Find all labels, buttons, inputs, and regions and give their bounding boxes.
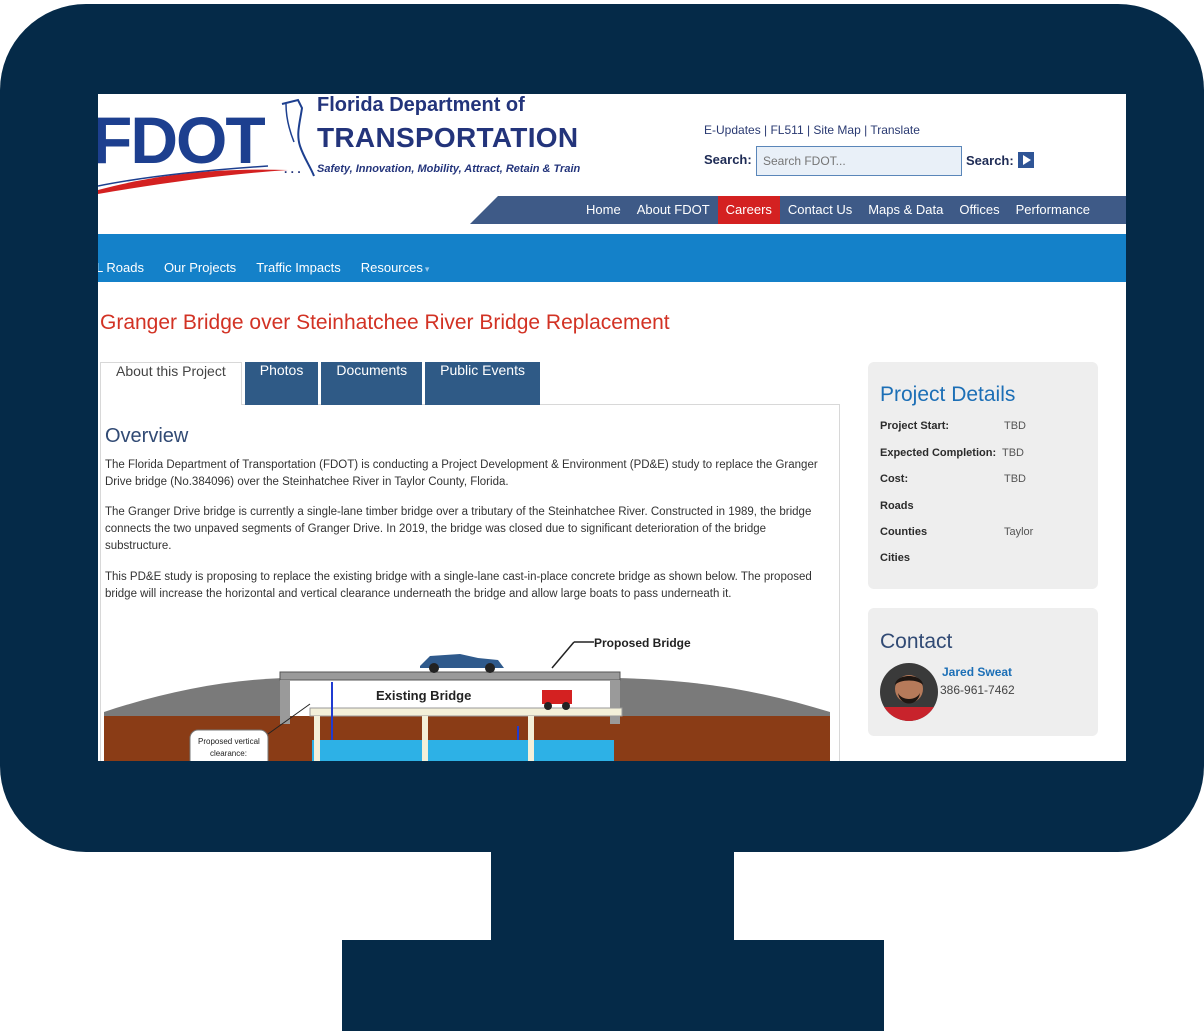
- topnav-careers[interactable]: Careers: [717, 196, 780, 224]
- logo-transportation-line: TRANSPORTATION: [317, 122, 579, 153]
- topnav-maps-data[interactable]: Maps & Data: [860, 196, 951, 224]
- detail-value: TBD: [1004, 473, 1026, 485]
- tab-documents[interactable]: Documents: [321, 362, 423, 405]
- search-button[interactable]: Search:: [966, 152, 1034, 168]
- subnav-our-projects[interactable]: Our Projects: [164, 260, 236, 275]
- secondary-navigation: L Roads Our Projects Traffic Impacts Res…: [98, 234, 1126, 282]
- diagram-embankment-right: [616, 678, 830, 716]
- tab-public-events[interactable]: Public Events: [425, 362, 540, 405]
- avatar: [880, 663, 938, 721]
- car-icon: [420, 654, 504, 673]
- overview-paragraph: The Granger Drive bridge is currently a …: [105, 506, 812, 552]
- detail-value: Taylor: [1004, 526, 1034, 538]
- clearance-callout-line2: clearance:: [210, 749, 247, 758]
- detail-value: TBD: [1002, 447, 1024, 459]
- diagram-proposed-deck: [279, 671, 621, 681]
- logo-dept-line: Florida Department of: [317, 94, 525, 116]
- topnav-offices[interactable]: Offices: [951, 196, 1007, 224]
- tab-about-this-project[interactable]: About this Project: [100, 362, 242, 405]
- diagram-existing-pier: [528, 716, 534, 761]
- clearance-callout-line1: Proposed vertical: [198, 737, 260, 746]
- existing-bridge-label: Existing Bridge: [376, 688, 471, 703]
- tab-photos[interactable]: Photos: [244, 362, 319, 405]
- detail-value: TBD: [1004, 420, 1026, 432]
- monitor-stand-base: [342, 940, 884, 1031]
- dropdown-caret-icon: ▾: [424, 264, 430, 274]
- bridge-diagram: Proposed Bridge Existing Bridge Proposed…: [104, 636, 830, 761]
- top-navigation: Home About FDOT Careers Contact Us Maps …: [568, 196, 1126, 224]
- topnav-about-fdot[interactable]: About FDOT: [629, 196, 718, 224]
- diagram-water: [312, 740, 614, 761]
- utility-links[interactable]: E-Updates | FL511 | Site Map | Translate: [704, 123, 920, 137]
- contact-panel: Contact Jared Sweat 386-961-7462: [868, 608, 1098, 736]
- topnav-contact-us[interactable]: Contact Us: [780, 196, 860, 224]
- logo-tag-dots: . . .: [284, 162, 301, 176]
- detail-label: Roads: [880, 500, 914, 512]
- browser-screen: FDOT Florida Department of TRANSPORTATIO…: [98, 94, 1126, 761]
- subnav-resources-label: Resources: [360, 260, 423, 275]
- monitor-stand-neck: [491, 846, 734, 944]
- subnav-traffic-impacts[interactable]: Traffic Impacts: [256, 260, 341, 275]
- overview-paragraph: The Florida Department of Transportation…: [105, 459, 818, 488]
- golf-cart-icon: [542, 690, 572, 710]
- diagram-abutment-left: [280, 680, 290, 724]
- detail-label: Cost:: [880, 473, 909, 485]
- callout-leader: [551, 641, 575, 669]
- diagram-existing-pier: [314, 716, 320, 761]
- subnav-resources[interactable]: Resources ▾: [361, 260, 430, 275]
- diagram-abutment-right: [610, 680, 620, 724]
- project-tabs: About this Project Photos Documents Publ…: [100, 362, 543, 405]
- diagram-existing-pier: [422, 716, 428, 761]
- detail-label: Cities: [880, 552, 910, 564]
- proposed-bridge-label: Proposed Bridge: [594, 636, 691, 650]
- overview-paragraph: This PD&E study is proposing to replace …: [105, 571, 812, 600]
- project-details-title: Project Details: [880, 383, 1016, 406]
- detail-label: Expected Completion:: [880, 447, 997, 459]
- detail-label: Project Start:: [880, 420, 950, 432]
- diagram-embankment-left: [104, 678, 284, 716]
- contact-name-link[interactable]: Jared Sweat: [942, 665, 1012, 679]
- logo-wordmark: FDOT: [98, 103, 266, 177]
- play-arrow-icon: [1017, 152, 1034, 168]
- topnav-home[interactable]: Home: [578, 196, 629, 224]
- subnav-roads[interactable]: L Roads: [98, 260, 144, 275]
- contact-phone: 386-961-7462: [940, 683, 1015, 697]
- detail-label: Counties: [880, 526, 928, 538]
- page-title: Granger Bridge over Steinhatchee River B…: [100, 311, 670, 334]
- fdot-logo[interactable]: FDOT Florida Department of TRANSPORTATIO…: [98, 94, 658, 194]
- diagram-existing-deck: [309, 707, 623, 717]
- search-label: Search:: [704, 152, 752, 167]
- contact-title: Contact: [880, 630, 953, 653]
- topnav-performance[interactable]: Performance: [1008, 196, 1098, 224]
- search-button-label: Search:: [966, 152, 1014, 168]
- project-details-panel: Project Details Project Start: TBD Expec…: [868, 362, 1098, 589]
- overview-heading: Overview: [105, 425, 189, 447]
- logo-tagline: Safety, Innovation, Mobility, Attract, R…: [317, 163, 581, 175]
- search-input[interactable]: [756, 146, 962, 176]
